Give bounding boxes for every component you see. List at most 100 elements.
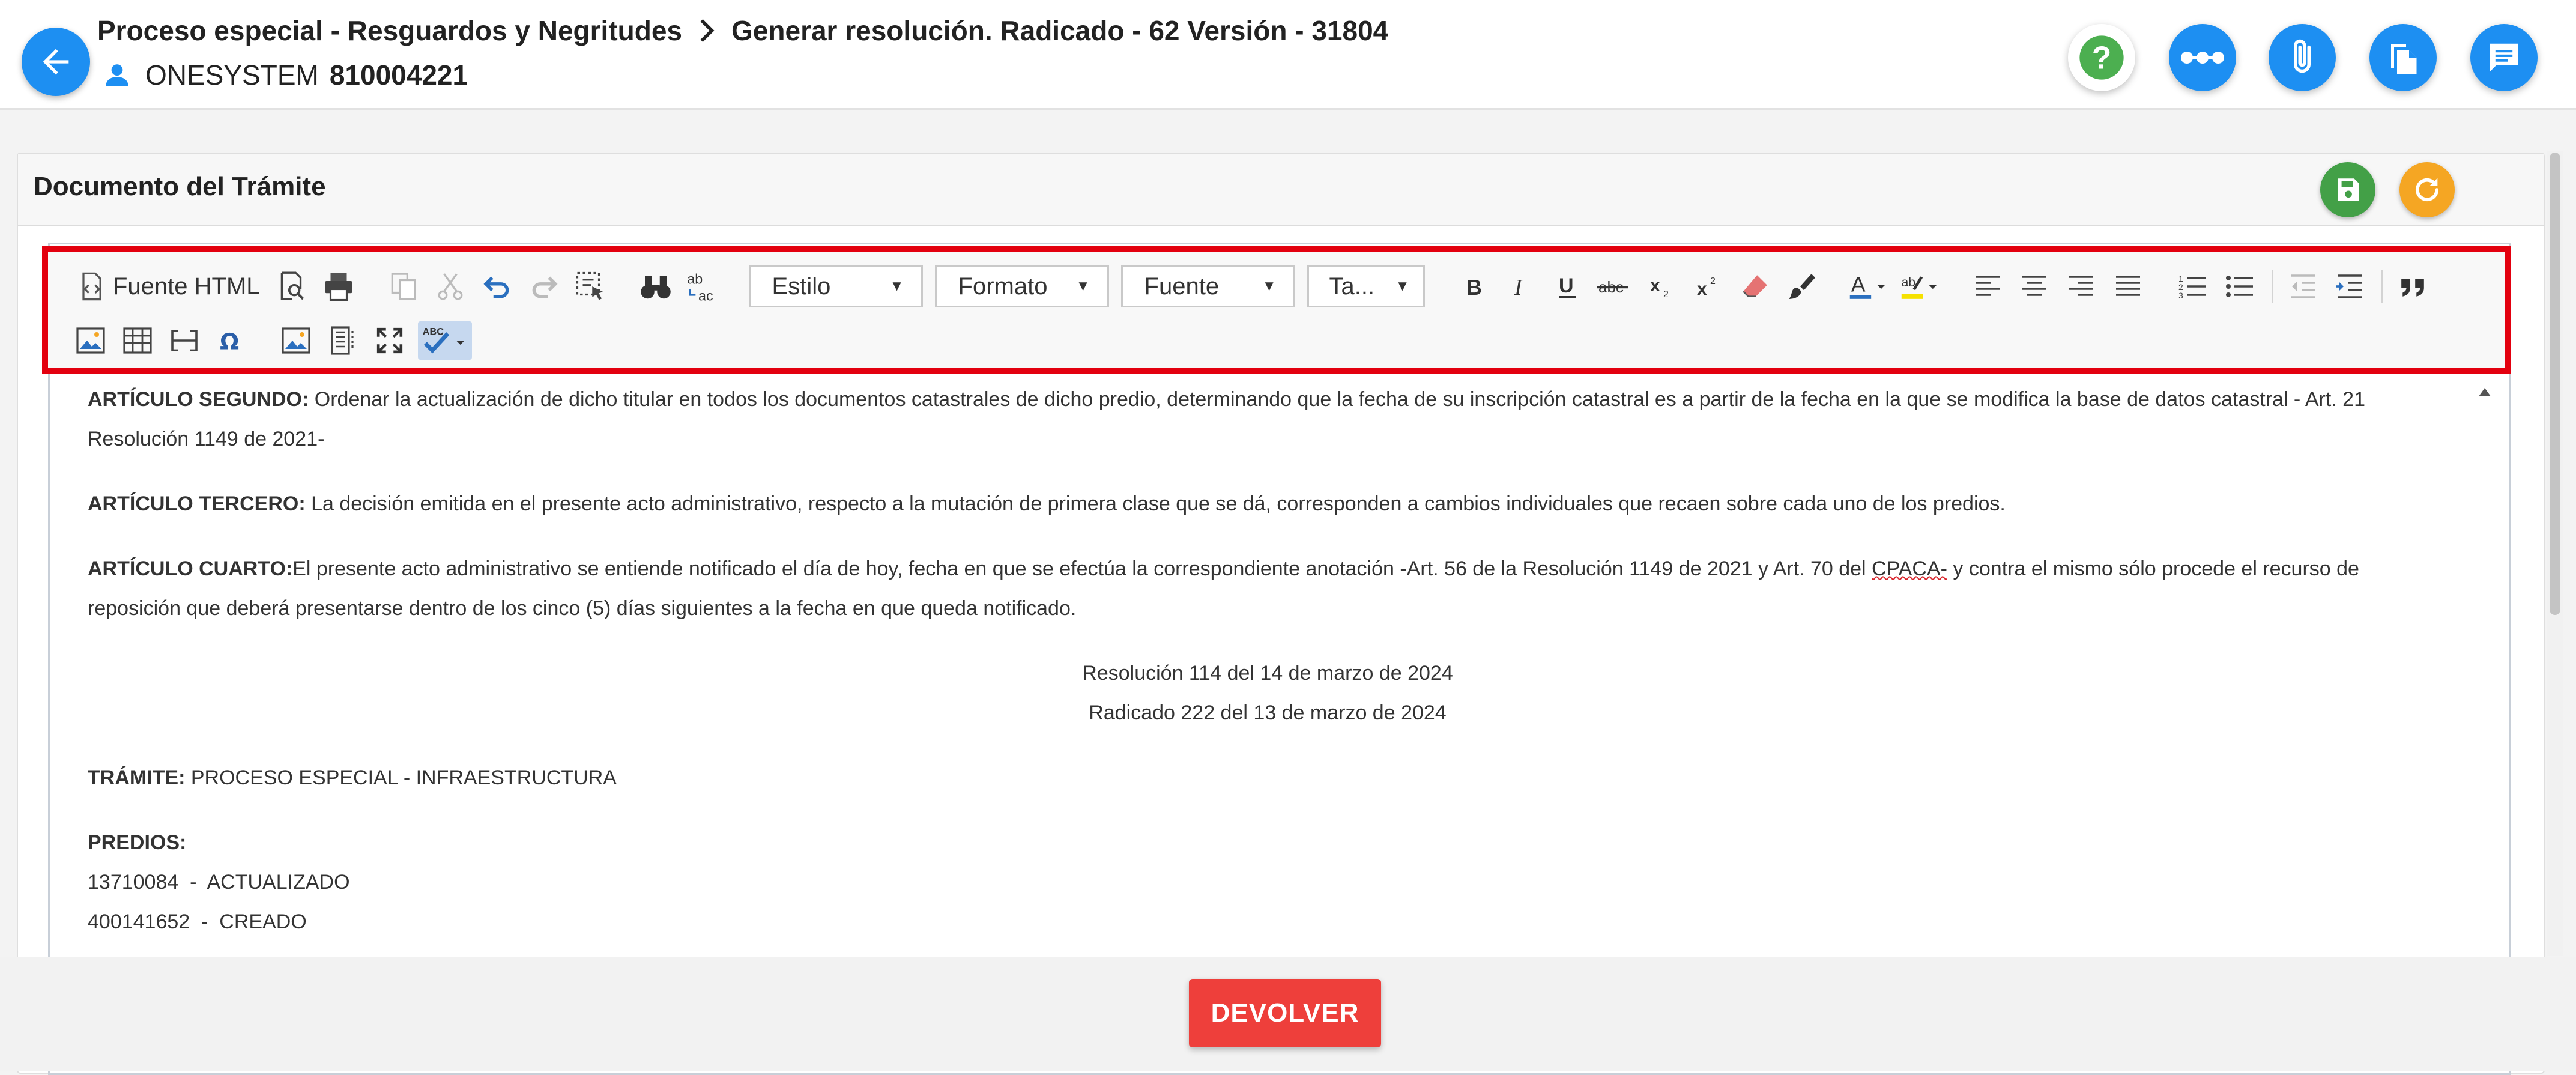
svg-text:ab: ab	[687, 271, 703, 286]
indent-button[interactable]	[2331, 267, 2368, 306]
predio-item: 400141652 - CREADO	[88, 910, 307, 933]
undo-button[interactable]	[479, 267, 516, 306]
blockquote-button[interactable]	[2394, 267, 2431, 306]
svg-text:x: x	[1697, 279, 1707, 299]
superscript-icon: x2	[1697, 276, 1716, 299]
image-upload-button[interactable]	[277, 321, 315, 360]
arrow-up-icon	[2479, 388, 2491, 396]
svg-text:A: A	[1851, 272, 1865, 296]
attachment-icon	[2294, 39, 2311, 73]
select-all-button[interactable]	[572, 267, 609, 306]
documents-button[interactable]	[2369, 24, 2437, 91]
quote-icon	[2401, 279, 2424, 297]
binoculars-icon	[640, 276, 671, 299]
bold-button[interactable]: B	[1455, 267, 1492, 306]
insert-table-button[interactable]	[119, 321, 156, 360]
editor-scroll-up-arrow[interactable]	[2479, 386, 2491, 398]
help-button[interactable]: ?	[2068, 24, 2135, 91]
bulleted-list-icon	[2225, 276, 2253, 297]
predio-item: 13710084 - ACTUALIZADO	[88, 871, 350, 894]
tramite-value: PROCESO ESPECIAL - INFRAESTRUCTURA	[185, 766, 617, 789]
maximize-button[interactable]	[371, 321, 408, 360]
toolbar-separator	[2381, 270, 2383, 303]
back-button[interactable]	[22, 28, 90, 96]
select-all-icon	[576, 271, 603, 300]
toolbar-separator	[2271, 270, 2273, 303]
size-combo[interactable]: Ta... ▼	[1307, 265, 1425, 307]
italic-icon: I	[1514, 275, 1523, 300]
justify-icon	[2115, 276, 2140, 296]
align-center-button[interactable]	[2016, 267, 2053, 306]
paintbrush-icon	[1788, 274, 1815, 299]
print-icon	[325, 273, 352, 301]
replace-button[interactable]: ab ac	[684, 267, 721, 306]
redo-icon	[532, 276, 558, 298]
align-left-button[interactable]	[1969, 267, 2006, 306]
article-third: ARTÍCULO TERCERO: La decisión emitida en…	[88, 484, 2448, 524]
outdent-button[interactable]	[2284, 267, 2321, 306]
format-combo[interactable]: Formato ▼	[934, 265, 1109, 307]
refresh-icon	[2415, 178, 2439, 202]
more-button[interactable]	[2169, 24, 2236, 91]
svg-text:B: B	[1466, 275, 1482, 300]
save-button[interactable]	[2320, 162, 2375, 217]
align-right-button[interactable]	[2063, 267, 2100, 306]
special-char-button[interactable]: Ω	[213, 321, 250, 360]
background-color-button[interactable]: ab	[1899, 267, 1941, 306]
italic-button[interactable]: I	[1502, 267, 1539, 306]
comments-icon	[2490, 43, 2518, 72]
page-break-icon	[331, 326, 354, 355]
spellcheck-button[interactable]: ABC	[418, 321, 472, 360]
redo-button[interactable]	[525, 267, 563, 306]
numbered-list-icon: 123	[2178, 274, 2206, 300]
font-combo[interactable]: Fuente ▼	[1120, 265, 1295, 307]
superscript-button[interactable]: x2	[1689, 267, 1726, 306]
comments-button[interactable]	[2470, 24, 2538, 91]
preview-button[interactable]	[273, 267, 310, 306]
text-color-button[interactable]: A	[1848, 267, 1890, 306]
page-scrollbar[interactable]	[2547, 151, 2563, 956]
size-combo-value: Ta...	[1329, 273, 1375, 300]
horizontal-line-button[interactable]	[166, 321, 203, 360]
help-icon: ?	[2079, 35, 2124, 80]
outdent-icon	[2290, 274, 2315, 298]
copy-format-button[interactable]	[1783, 267, 1820, 306]
dropdown-arrow-icon: ▼	[889, 278, 904, 294]
source-html-button[interactable]: Fuente HTML	[72, 267, 264, 306]
highlight-icon: ab	[1901, 276, 1937, 299]
strikethrough-button[interactable]: abc	[1595, 267, 1633, 306]
dropdown-arrow-icon: ▼	[1395, 278, 1410, 294]
cut-button[interactable]	[432, 267, 469, 306]
misspelled-word[interactable]: CPACA-	[1872, 557, 1947, 580]
svg-text:ac: ac	[698, 288, 713, 303]
dropdown-arrow-icon: ▼	[1075, 278, 1090, 294]
horizontal-line-icon	[171, 330, 198, 351]
align-left-icon	[1975, 276, 2000, 296]
remove-format-button[interactable]	[1736, 267, 1773, 306]
refresh-button[interactable]	[2399, 162, 2455, 217]
bulleted-list-button[interactable]	[2221, 267, 2258, 306]
eraser-icon	[1742, 275, 1767, 297]
style-combo[interactable]: Estilo ▼	[748, 265, 923, 307]
underline-icon: U	[1558, 274, 1576, 298]
insert-image-button[interactable]	[72, 321, 109, 360]
print-button[interactable]	[320, 267, 357, 306]
attachment-button[interactable]	[2269, 24, 2336, 91]
subscript-button[interactable]: x2	[1642, 267, 1680, 306]
copy-button[interactable]	[385, 267, 422, 306]
arrow-left-icon	[43, 49, 69, 75]
return-button[interactable]: DEVOLVER	[1189, 979, 1381, 1047]
strikethrough-icon: abc	[1597, 278, 1628, 296]
document-body[interactable]: ARTÍCULO SEGUNDO: Ordenar la actualizaci…	[88, 380, 2448, 956]
panel-header: Documento del Trámite	[18, 154, 2544, 226]
predios-label-line: PREDIOS:	[88, 823, 2448, 862]
article-second: ARTÍCULO SEGUNDO: Ordenar la actualizaci…	[88, 380, 2448, 459]
style-combo-value: Estilo	[772, 273, 831, 300]
numbered-list-button[interactable]: 123	[2174, 267, 2212, 306]
breadcrumb-process[interactable]: Proceso especial - Resguardos y Negritud…	[97, 14, 682, 47]
find-button[interactable]	[637, 267, 674, 306]
underline-button[interactable]: U	[1549, 267, 1586, 306]
justify-button[interactable]	[2109, 267, 2147, 306]
page-break-button[interactable]	[324, 321, 361, 360]
scrollbar-thumb[interactable]	[2550, 153, 2560, 615]
